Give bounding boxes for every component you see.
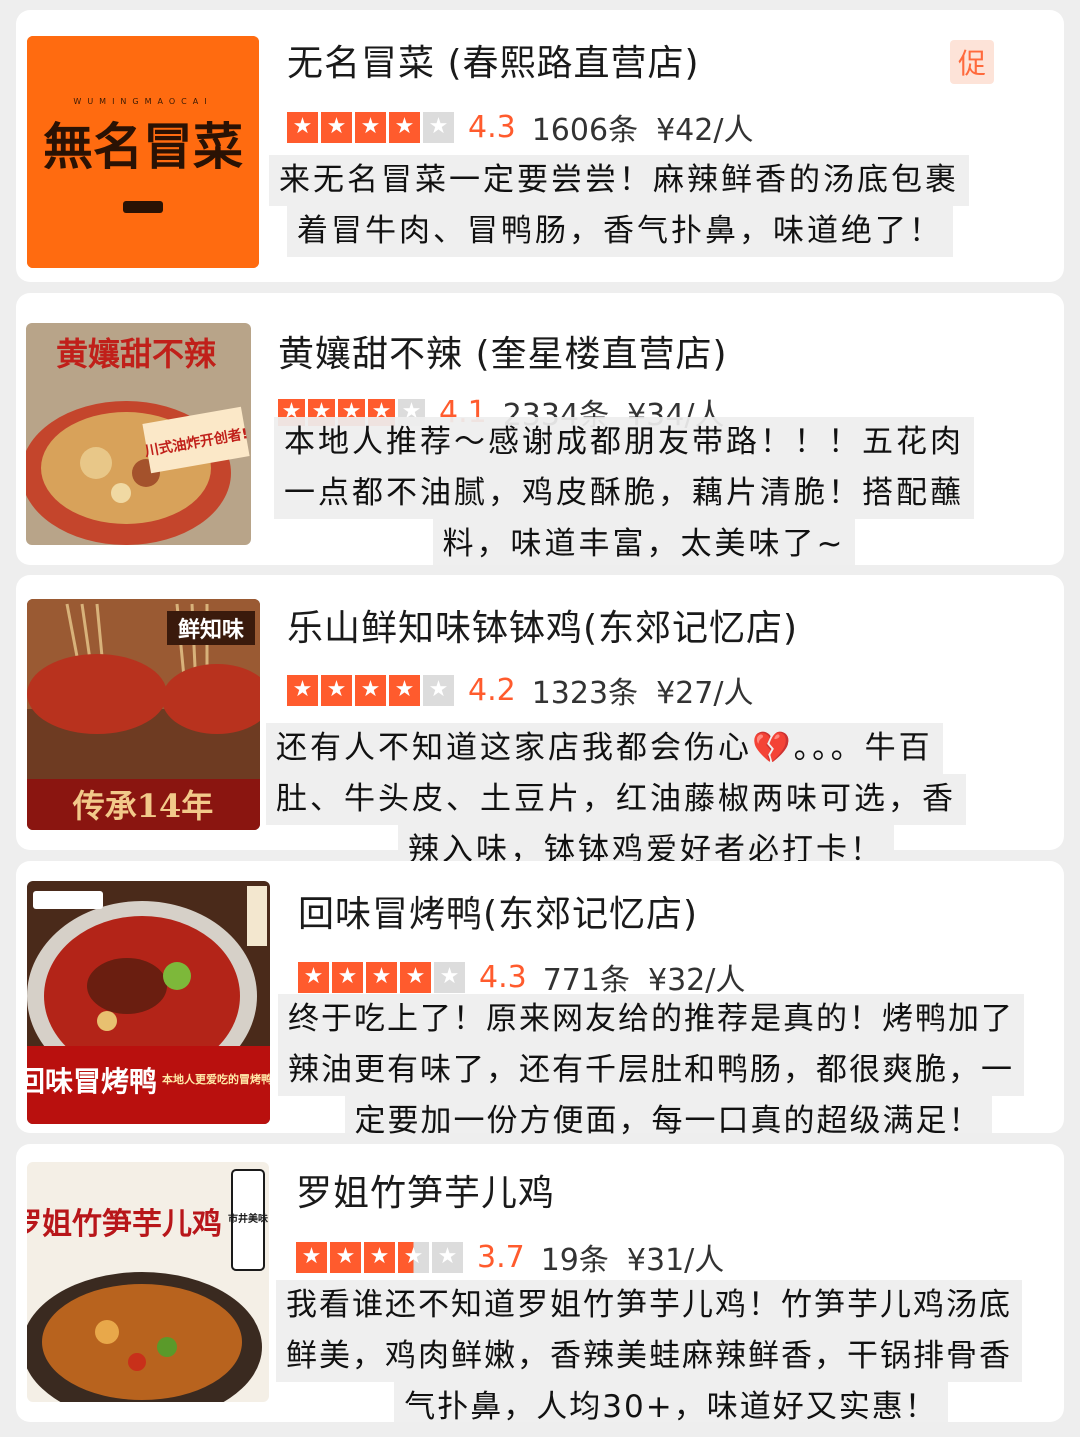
price-per-person: ¥32/人	[647, 963, 746, 998]
review-text: 还有人不知道这家店我都会伤心💔。。。牛百 肚、牛头皮、土豆片，红油藤椒两味可选，…	[266, 723, 1026, 876]
star-icon: ★	[366, 961, 397, 993]
shop-card-5[interactable]: 罗姐竹笋芋儿鸡 市井美味 罗姐竹笋芋儿鸡 ★ ★ ★ ★ ★ 3.7 19条 ¥…	[16, 1144, 1064, 1433]
thumb-title: 回味冒烤鸭	[27, 1065, 157, 1098]
star-icon: ★	[389, 674, 420, 706]
review-text: 我看谁还不知道罗姐竹笋芋儿鸡！竹笋芋儿鸡汤底 鲜美，鸡肉鲜嫩，香辣美蛙麻辣鲜香，…	[276, 1280, 1066, 1433]
thumb-subtitle: 传承14年	[72, 787, 214, 825]
shop-food-image: 回味冒烤鸭 本地人更爱吃的冒烤鸭	[27, 881, 270, 1124]
review-segment: 。。。牛百	[793, 730, 933, 766]
star-icon: ★	[332, 961, 363, 993]
star-rating: ★ ★ ★ ★ ★	[287, 674, 454, 706]
star-icon: ★	[287, 111, 318, 143]
star-icon: ★	[296, 1241, 327, 1273]
review-text: 来无名冒菜一定要尝尝！麻辣鲜香的汤底包裹 着冒牛肉、冒鸭肠，香气扑鼻，味道绝了！	[269, 155, 989, 257]
shop-name[interactable]: 黄孃甜不辣 (奎星楼直营店)	[278, 325, 728, 377]
review-line: 定要加一份方便面，每一口真的超级满足！	[344, 1096, 992, 1147]
thumb-subtitle: 本地人更爱吃的冒烤鸭	[162, 1072, 270, 1086]
thumb-title: 罗姐竹笋芋儿鸡	[27, 1207, 222, 1242]
logo-subtext: WUMINGMAOCAI	[73, 97, 212, 106]
review-line: 本地人推荐～感谢成都朋友带路！！！五花肉	[274, 417, 974, 468]
star-icon: ★	[389, 111, 420, 143]
shop-thumbnail[interactable]: WUMINGMAOCAI 無名冒菜	[27, 36, 259, 268]
star-icon: ★	[321, 111, 352, 143]
review-count: 1323条	[531, 676, 639, 711]
star-rating: ★ ★ ★ ★ ★	[287, 111, 454, 143]
star-icon: ★	[364, 1241, 395, 1273]
shop-card-4[interactable]: 回味冒烤鸭 本地人更爱吃的冒烤鸭 回味冒烤鸭(东郊记忆店) ★ ★ ★ ★ ★ …	[16, 861, 1064, 1147]
thumb-title: 黄孃甜不辣	[56, 335, 217, 373]
price-per-person: ¥31/人	[626, 1243, 725, 1278]
shop-name[interactable]: 无名冒菜 (春熙路直营店)	[287, 34, 700, 86]
review-line: 气扑鼻，人均30+，味道好又实惠！	[394, 1382, 948, 1433]
rating-row: ★ ★ ★ ★ ★ 3.7 19条 ¥31/人	[296, 1235, 724, 1279]
star-icon: ★	[355, 111, 386, 143]
rating-row: ★ ★ ★ ★ ★ 4.3 771条 ¥32/人	[298, 955, 745, 999]
review-count: 19条	[540, 1243, 609, 1278]
star-icon: ★	[432, 1241, 463, 1273]
logo-text: 無名冒菜	[43, 117, 243, 176]
shop-food-image: 罗姐竹笋芋儿鸡 市井美味	[27, 1162, 269, 1402]
price-per-person: ¥42/人	[656, 113, 754, 148]
shop-logo-image: WUMINGMAOCAI 無名冒菜	[27, 36, 259, 268]
star-rating: ★ ★ ★ ★ ★	[296, 1241, 463, 1273]
shop-thumbnail[interactable]: 黄孃甜不辣 川式油炸开创者!	[26, 323, 251, 545]
shop-card-1[interactable]: WUMINGMAOCAI 無名冒菜 无名冒菜 (春熙路直营店) 促 ★ ★ ★ …	[16, 10, 1064, 282]
shop-card-3[interactable]: 鲜知味 传承14年 乐山鲜知味钵钵鸡(东郊记忆店) ★ ★ ★ ★ ★ 4.2 …	[16, 575, 1064, 876]
shop-card-2[interactable]: 黄孃甜不辣 川式油炸开创者! 黄孃甜不辣 (奎星楼直营店) ★ ★ ★ ★ ★ …	[16, 293, 1064, 570]
shop-food-image: 黄孃甜不辣 川式油炸开创者!	[26, 323, 251, 545]
star-icon: ★	[287, 674, 318, 706]
review-line: 一点都不油腻，鸡皮酥脆，藕片清脆！搭配蘸	[274, 468, 974, 519]
review-count: 771条	[542, 963, 630, 998]
shop-thumbnail[interactable]: 回味冒烤鸭 本地人更爱吃的冒烤鸭	[27, 881, 270, 1124]
star-icon: ★	[321, 674, 352, 706]
review-line: 还有人不知道这家店我都会伤心💔。。。牛百	[266, 723, 943, 774]
review-text: 本地人推荐～感谢成都朋友带路！！！五花肉 一点都不油腻，鸡皮酥脆，藕片清脆！搭配…	[274, 417, 1014, 570]
rating-score: 4.3	[468, 109, 516, 145]
review-text: 终于吃上了！原来网友给的推荐是真的！烤鸭加了 辣油更有味了，还有千层肚和鸭肠，都…	[278, 994, 1058, 1147]
shop-name[interactable]: 罗姐竹笋芋儿鸡	[296, 1164, 555, 1216]
star-icon: ★	[330, 1241, 361, 1273]
rating-score: 4.2	[468, 672, 516, 708]
promo-badge: 促	[950, 40, 994, 84]
shop-food-image: 鲜知味 传承14年	[27, 599, 260, 830]
broken-heart-icon: 💔	[752, 730, 794, 766]
star-icon: ★	[423, 111, 454, 143]
rating-row: ★ ★ ★ ★ ★ 4.3 1606条 ¥42/人	[287, 105, 753, 149]
shop-name[interactable]: 回味冒烤鸭(东郊记忆店)	[298, 885, 698, 937]
price-per-person: ¥27/人	[656, 676, 754, 711]
review-line: 肚、牛头皮、土豆片，红油藤椒两味可选，香	[266, 774, 966, 825]
star-icon: ★	[298, 961, 329, 993]
rating-score: 4.3	[479, 959, 527, 995]
star-icon: ★	[423, 674, 454, 706]
star-rating: ★ ★ ★ ★ ★	[298, 961, 465, 993]
thumb-subtitle: 市井美味	[228, 1212, 268, 1225]
shop-name[interactable]: 乐山鲜知味钵钵鸡(东郊记忆店)	[287, 599, 798, 651]
thumb-title: 鲜知味	[178, 617, 244, 643]
rating-score: 3.7	[477, 1239, 525, 1275]
review-line: 辣油更有味了，还有千层肚和鸭肠，都很爽脆，一	[278, 1045, 1024, 1096]
review-line: 我看谁还不知道罗姐竹笋芋儿鸡！竹笋芋儿鸡汤底	[276, 1280, 1022, 1331]
review-line: 料，味道丰富，太美味了~	[432, 519, 856, 570]
review-count: 1606条	[531, 113, 639, 148]
review-line: 终于吃上了！原来网友给的推荐是真的！烤鸭加了	[278, 994, 1024, 1045]
star-icon: ★	[400, 961, 431, 993]
review-line: 鲜美，鸡肉鲜嫩，香辣美蛙麻辣鲜香，干锅排骨香	[276, 1331, 1022, 1382]
review-segment: 还有人不知道这家店我都会伤心	[276, 730, 752, 766]
star-icon: ★	[398, 1241, 429, 1273]
review-line: 着冒牛肉、冒鸭肠，香气扑鼻，味道绝了！	[287, 206, 953, 257]
review-line: 来无名冒菜一定要尝尝！麻辣鲜香的汤底包裹	[269, 155, 969, 206]
star-icon: ★	[355, 674, 386, 706]
rating-row: ★ ★ ★ ★ ★ 4.2 1323条 ¥27/人	[287, 668, 753, 712]
star-icon: ★	[434, 961, 465, 993]
shop-thumbnail[interactable]: 鲜知味 传承14年	[27, 599, 260, 830]
shop-thumbnail[interactable]: 罗姐竹笋芋儿鸡 市井美味	[27, 1162, 269, 1402]
